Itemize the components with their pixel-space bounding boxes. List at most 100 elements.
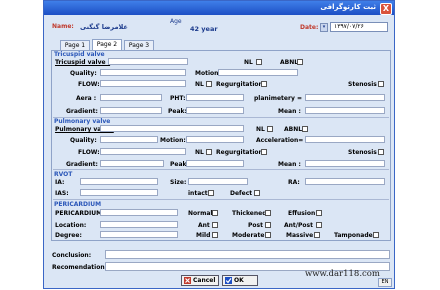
tab-page-2[interactable]: Page 2 [92, 39, 122, 50]
rvot-size-label: Size: [170, 179, 187, 186]
pericardium-degree-input[interactable] [100, 231, 178, 238]
date-field[interactable]: ۱۳۹۷/۰۷/۲۶ [330, 22, 388, 32]
pericardium-tamponade-checkbox[interactable] [373, 232, 379, 238]
rvot-size-input[interactable] [188, 178, 248, 185]
pulmonary-stenosis-checkbox[interactable] [378, 149, 384, 155]
tricuspid-motion-label: Motion: [195, 70, 221, 77]
section-divider [53, 169, 389, 170]
pulmonary-abnl-label: ABNL [284, 126, 303, 133]
pericardium-thickened-label: Thickened [232, 210, 267, 217]
pulmonary-valve-input[interactable] [100, 125, 244, 132]
pulmonary-quality-label: Quality: [70, 137, 97, 144]
pericardium-effusion-label: Effusion [288, 210, 316, 217]
pulmonary-peak-label: Peak [170, 161, 187, 168]
tricuspid-flow-nl-label: NL [195, 81, 204, 88]
tricuspid-mean-label: Mean : [278, 108, 301, 115]
tricuspid-abnl-label: ABNL [280, 59, 299, 66]
pericardium-massive-label: Massive [286, 232, 314, 239]
pericardium-mild-checkbox[interactable] [212, 232, 218, 238]
pulmonary-regurgitation-checkbox[interactable] [261, 149, 267, 155]
tricuspid-area-label: Aera : [76, 95, 97, 102]
rvot-ia-label: IA: [55, 179, 65, 186]
tricuspid-flow-nl-checkbox[interactable] [206, 81, 212, 87]
pulmonary-flow-input[interactable] [100, 148, 186, 155]
tricuspid-stenosis-checkbox[interactable] [378, 81, 384, 87]
date-dropdown-button[interactable]: ▾ [320, 23, 328, 32]
conclusion-input[interactable] [105, 250, 390, 259]
pericardium-degree-label: Degree: [55, 232, 82, 239]
language-indicator[interactable]: EN [378, 278, 392, 287]
pulmonary-flow-nl-label: NL [195, 149, 204, 156]
tricuspid-section-title: Tricuspid valve [54, 51, 105, 58]
rvot-defect-checkbox[interactable] [254, 190, 260, 196]
pericardium-post-label: Post [248, 222, 263, 229]
pulmonary-abnl-checkbox[interactable] [302, 126, 308, 132]
pericardium-ant-post-checkbox[interactable] [316, 222, 322, 228]
tricuspid-motion-input[interactable] [218, 69, 298, 76]
rvot-intact-checkbox[interactable] [208, 190, 214, 196]
ok-button[interactable]: OK [222, 275, 258, 286]
pulmonary-nl-checkbox[interactable] [267, 126, 273, 132]
pericardium-input[interactable] [100, 209, 178, 216]
pericardium-thickened-checkbox[interactable] [265, 210, 271, 216]
pericardium-post-checkbox[interactable] [265, 222, 271, 228]
pulmonary-nl-label: NL [256, 126, 265, 133]
pulmonary-acceleration-input[interactable] [305, 136, 385, 143]
rvot-ra-input[interactable] [305, 178, 385, 185]
checkmark-icon [225, 276, 232, 284]
pulmonary-motion-input[interactable] [186, 136, 244, 143]
pulmonary-flow-label: FLOW: [78, 149, 100, 156]
pulmonary-mean-input[interactable] [305, 160, 385, 167]
date-label: Date: [300, 24, 319, 31]
pericardium-normal-checkbox[interactable] [212, 210, 218, 216]
pulmonary-gradient-input[interactable] [100, 160, 164, 167]
rvot-ia-input[interactable] [80, 178, 158, 185]
tricuspid-mean-input[interactable] [305, 107, 385, 114]
tricuspid-flow-input[interactable] [100, 80, 186, 87]
conclusion-label: Conclusion: [52, 252, 92, 259]
tricuspid-quality-input[interactable] [100, 69, 186, 76]
pericardium-ant-label: Ant [198, 222, 210, 229]
tricuspid-valve-label: Tricuspid valve : [55, 59, 111, 66]
tricuspid-gradient-input[interactable] [100, 107, 162, 114]
pulmonary-quality-input[interactable] [100, 136, 158, 143]
pulmonary-section-title: Pulmonary valve [54, 118, 111, 125]
tricuspid-planimetery-input[interactable] [305, 94, 385, 101]
tricuspid-abnl-checkbox[interactable] [297, 59, 303, 65]
tricuspid-pht-label: PHT: [170, 95, 186, 102]
tricuspid-peak-label: Peak: [168, 108, 187, 115]
pericardium-ant-checkbox[interactable] [212, 222, 218, 228]
pericardium-massive-checkbox[interactable] [314, 232, 320, 238]
pericardium-moderate-checkbox[interactable] [265, 232, 271, 238]
pericardium-mild-label: Mild [196, 232, 211, 239]
name-label: Name: [52, 23, 74, 30]
pericardium-effusion-checkbox[interactable] [316, 210, 322, 216]
title-bar: ثبت کارتوگرافی X [44, 1, 394, 15]
tricuspid-regurgitation-checkbox[interactable] [261, 81, 267, 87]
cancel-button[interactable]: Cancel [181, 275, 219, 286]
pericardium-location-input[interactable] [100, 221, 178, 228]
age-label: Age [170, 18, 182, 25]
tab-page-3[interactable]: Page 3 [124, 40, 154, 50]
watermark: www.dar118.com [305, 269, 380, 279]
rvot-ra-label: RA: [288, 179, 300, 186]
rvot-defect-label: Defect [230, 190, 253, 197]
tricuspid-gradient-label: Gradient: [66, 108, 98, 115]
tricuspid-area-input[interactable] [100, 94, 162, 101]
tricuspid-regurgitation-label: Regurgitation [216, 81, 263, 88]
tricuspid-valve-input[interactable] [108, 58, 188, 65]
tricuspid-nl-label: NL [244, 59, 253, 66]
rvot-ias-input[interactable] [80, 189, 158, 196]
tricuspid-pht-input[interactable] [186, 94, 244, 101]
close-button[interactable]: X [380, 3, 392, 15]
tricuspid-peak-input[interactable] [186, 107, 244, 114]
pulmonary-peak-input[interactable] [186, 160, 244, 167]
tricuspid-nl-checkbox[interactable] [256, 59, 262, 65]
tab-page-1[interactable]: Page 1 [60, 40, 90, 50]
pulmonary-mean-label: Mean : [278, 161, 301, 168]
pulmonary-flow-nl-checkbox[interactable] [206, 149, 212, 155]
tricuspid-stenosis-label: Stenosis [348, 81, 377, 88]
recomendation-label: Recomendation: [52, 264, 108, 271]
age-value: 42 year [190, 25, 218, 33]
ok-button-label: OK [234, 277, 244, 284]
